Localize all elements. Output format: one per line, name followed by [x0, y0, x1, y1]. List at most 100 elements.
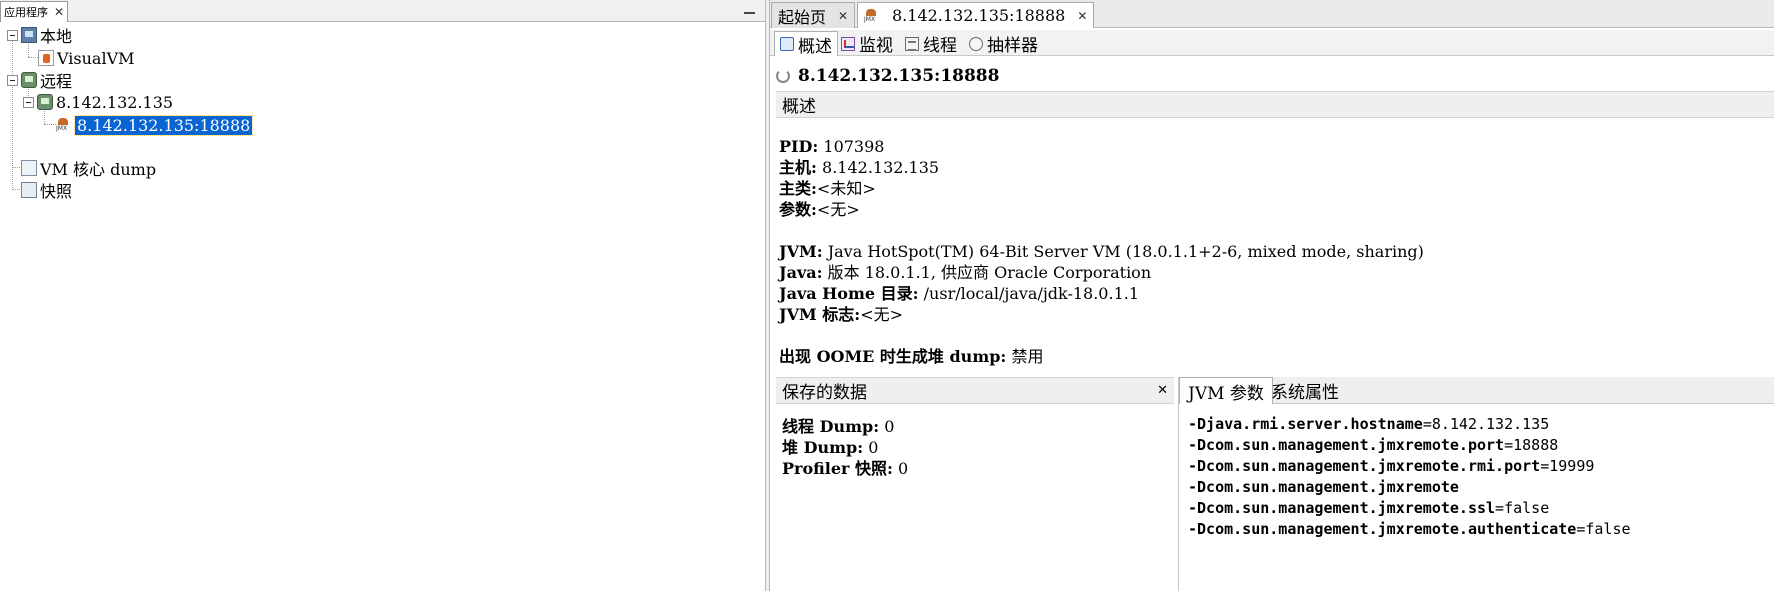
- pid-value: 107398: [823, 137, 885, 156]
- tab-jmx-connection-label: 8.142.132.135:18888: [892, 6, 1066, 25]
- view-tabbar: 概述 监视 线程 抽样器: [770, 30, 1774, 57]
- minimize-icon[interactable]: [744, 12, 755, 14]
- java-label: Java:: [779, 263, 823, 282]
- tab-applications-label: 应用程序: [4, 6, 48, 19]
- tab-applications[interactable]: 应用程序 ✕: [0, 1, 69, 22]
- tab-sampler-label: 抽样器: [987, 36, 1038, 56]
- close-icon[interactable]: ✕: [1077, 9, 1087, 23]
- tree-line: [44, 124, 56, 125]
- tab-threads[interactable]: 线程: [900, 31, 962, 56]
- document-pane: 起始页 ✕ 8.142.132.135:18888 ✕ 概述 监视 线程 抽样器…: [770, 0, 1774, 591]
- profiler-snapshot-row: Profiler 快照: 0: [782, 458, 1174, 479]
- monitor-icon: [841, 36, 855, 51]
- close-icon[interactable]: ✕: [1157, 383, 1168, 398]
- tree-node-remote[interactable]: 远程: [21, 69, 72, 91]
- jvm-row: JVM: Java HotSpot(TM) 64-Bit Server VM (…: [779, 241, 1769, 262]
- jvm-arg-line: -Djava.rmi.server.hostname=8.142.132.135: [1188, 414, 1774, 435]
- tab-monitor-label: 监视: [859, 36, 893, 56]
- computer-icon: [21, 27, 37, 43]
- heap-dump-label: 堆 Dump:: [782, 438, 864, 457]
- visualvm-app-icon: [38, 50, 54, 66]
- profiler-snapshot-label: Profiler 快照:: [782, 459, 893, 478]
- tree-node-jmx-connection[interactable]: 8.142.132.135:18888: [56, 114, 254, 136]
- pid-label: PID:: [779, 137, 819, 156]
- snapshot-icon: [21, 182, 37, 198]
- tab-start-page[interactable]: 起始页 ✕: [771, 2, 856, 28]
- tree-node-coredump[interactable]: VM 核心 dump: [21, 157, 156, 179]
- jvm-flags-label: JVM 标志:: [779, 305, 861, 324]
- tree-node-remote-label: 远程: [40, 72, 73, 91]
- main-class-label: 主类:: [779, 179, 817, 198]
- tree-node-host-label: 8.142.132.135: [56, 92, 174, 112]
- close-icon[interactable]: ✕: [54, 5, 64, 19]
- jvm-flags-value: <无>: [860, 305, 904, 324]
- java-home-label: Java Home 目录:: [779, 284, 919, 303]
- tree-node-jmx-connection-label: 8.142.132.135:18888: [73, 114, 254, 136]
- java-value: 版本 18.0.1.1, 供应商 Oracle Corporation: [827, 263, 1152, 282]
- saved-data-panel: 保存的数据 ✕ 线程 Dump: 0 堆 Dump: 0 Profiler 快照…: [776, 377, 1174, 591]
- jvm-arguments-list: -Djava.rmi.server.hostname=8.142.132.135…: [1179, 404, 1774, 540]
- tree-node-snapshot[interactable]: 快照: [21, 179, 72, 201]
- java-home-row: Java Home 目录: /usr/local/java/jdk-18.0.1…: [779, 283, 1769, 304]
- jvm-value: Java HotSpot(TM) 64-Bit Server VM (18.0.…: [827, 242, 1424, 261]
- remote-host-icon: [37, 94, 53, 110]
- tab-system-properties[interactable]: 系统属性: [1263, 377, 1347, 404]
- jvm-arg-line: -Dcom.sun.management.jmxremote.rmi.port=…: [1188, 456, 1774, 477]
- tab-sampler[interactable]: 抽样器: [964, 31, 1043, 56]
- jvm-arg-key: -Dcom.sun.management.jmxremote.port: [1188, 436, 1505, 454]
- applications-tabbar: 应用程序 ✕: [0, 0, 765, 22]
- loading-spinner-icon: [776, 69, 790, 83]
- oome-row: 出现 OOME 时生成堆 dump: 禁用: [779, 346, 1769, 367]
- tab-monitor[interactable]: 监视: [836, 31, 898, 56]
- oome-label: 出现 OOME 时生成堆 dump:: [779, 347, 1007, 366]
- main-class-row: 主类:<未知>: [779, 178, 1769, 199]
- heap-dump-value: 0: [868, 438, 879, 457]
- jvm-arg-line: -Dcom.sun.management.jmxremote: [1188, 477, 1774, 498]
- document-tabbar: 起始页 ✕ 8.142.132.135:18888 ✕: [770, 0, 1774, 28]
- tree-node-visualvm[interactable]: VisualVM: [38, 47, 135, 69]
- close-icon[interactable]: ✕: [838, 9, 848, 23]
- tab-threads-label: 线程: [923, 36, 957, 56]
- collapse-icon[interactable]: [7, 30, 18, 41]
- overview-section-title: 概述: [782, 97, 816, 117]
- jvm-arguments-panel: JVM 参数 系统属性 -Djava.rmi.server.hostname=8…: [1178, 377, 1774, 591]
- jvm-arg-key: -Dcom.sun.management.jmxremote.ssl: [1188, 499, 1496, 517]
- jvm-arg-key: -Dcom.sun.management.jmxremote: [1188, 478, 1459, 496]
- tab-system-properties-label: 系统属性: [1271, 383, 1339, 403]
- jmx-icon: [864, 7, 880, 24]
- profiler-snapshot-value: 0: [898, 459, 909, 478]
- tab-overview[interactable]: 概述: [774, 31, 838, 57]
- jvm-arg-key: -Djava.rmi.server.hostname: [1188, 415, 1423, 433]
- thread-dump-value: 0: [884, 417, 895, 436]
- remote-host-icon: [21, 72, 37, 88]
- overview-icon: [780, 37, 794, 51]
- args-value: <无>: [816, 200, 860, 219]
- tree-node-host[interactable]: 8.142.132.135: [37, 91, 173, 113]
- jmx-icon: [56, 117, 72, 133]
- tree-node-coredump-label: VM 核心 dump: [40, 160, 157, 179]
- oome-value: 禁用: [1011, 347, 1044, 366]
- jvm-arg-value: =18888: [1504, 436, 1559, 454]
- heap-dump-row: 堆 Dump: 0: [782, 437, 1174, 458]
- applications-pane: 应用程序 ✕ 本地 VisualVM 远程 8.142.132.135 JMX …: [0, 0, 765, 591]
- jvm-arg-line: -Dcom.sun.management.jmxremote.ssl=false: [1188, 498, 1774, 519]
- jvm-arg-value: =false: [1495, 499, 1550, 517]
- sampler-icon: [969, 36, 983, 51]
- tree-node-local-label: 本地: [40, 27, 73, 46]
- collapse-icon[interactable]: [23, 97, 34, 108]
- args-label: 参数:: [779, 200, 817, 219]
- tab-jvm-arguments-label: JVM 参数: [1188, 383, 1264, 404]
- saved-data-header: 保存的数据 ✕: [776, 377, 1174, 404]
- jvm-arg-line: -Dcom.sun.management.jmxremote.authentic…: [1188, 519, 1774, 540]
- tab-jvm-arguments[interactable]: JVM 参数: [1179, 377, 1273, 404]
- thread-dump-row: 线程 Dump: 0: [782, 416, 1174, 437]
- collapse-icon[interactable]: [7, 75, 18, 86]
- tab-overview-label: 概述: [798, 36, 832, 57]
- java-home-value: /usr/local/java/jdk-18.0.1.1: [923, 284, 1140, 303]
- jvm-arg-value: =8.142.132.135: [1422, 415, 1550, 433]
- tree-node-local[interactable]: 本地: [21, 24, 72, 46]
- jvm-arg-line: -Dcom.sun.management.jmxremote.port=1888…: [1188, 435, 1774, 456]
- tab-jmx-connection[interactable]: 8.142.132.135:18888 ✕: [857, 2, 1095, 28]
